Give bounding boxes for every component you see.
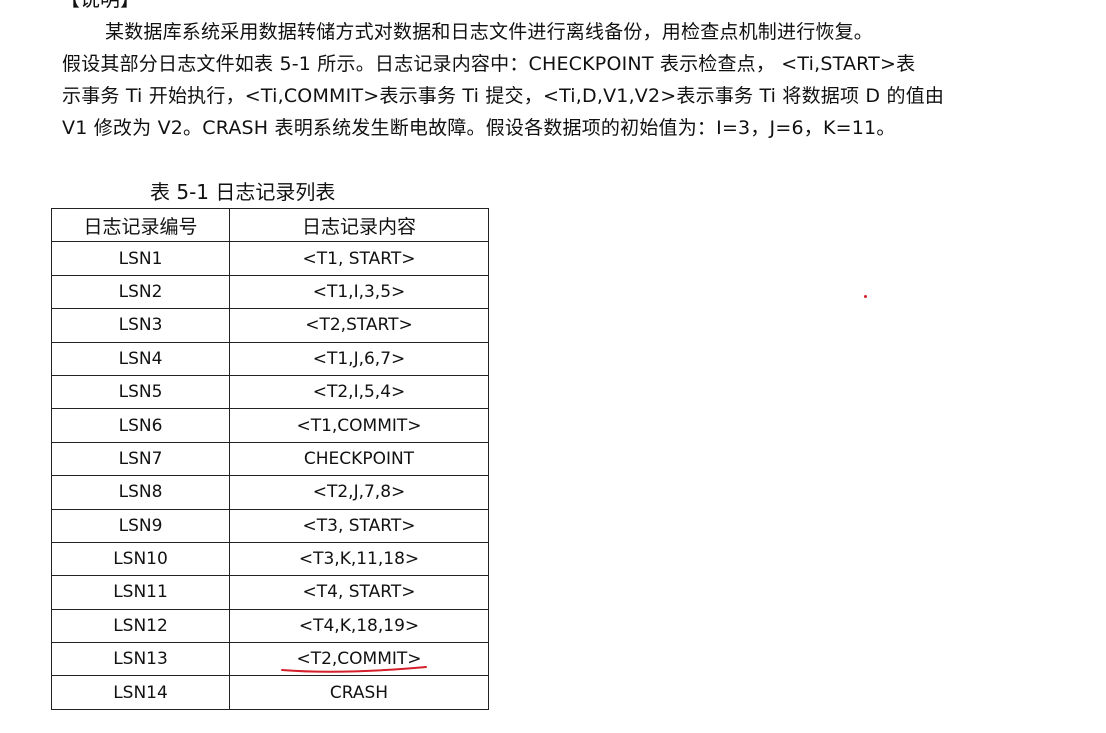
table-row: LSN4 <T1,J,6,7>	[51, 341, 489, 376]
cell-lsn: LSN13	[51, 642, 230, 677]
cell-content: <T1, START>	[229, 241, 489, 276]
description-paragraph: 某数据库系统采用数据转储方式对数据和日志文件进行离线备份，用检查点机制进行恢复。…	[62, 16, 982, 144]
cell-content: <T4,K,18,19>	[229, 608, 489, 644]
cell-content: <T4, START>	[229, 575, 489, 610]
cell-lsn: LSN2	[51, 274, 230, 310]
table-row: LSN5 <T2,I,5,4>	[51, 374, 489, 410]
underlined-entry: <T2,COMMIT>	[281, 649, 428, 673]
cell-lsn: LSN8	[51, 475, 230, 510]
table-caption: 表 5-1 日志记录列表	[150, 180, 336, 204]
table-row: LSN11 <T4, START>	[51, 575, 489, 610]
cell-content: <T2,COMMIT>	[229, 642, 489, 677]
cell-content: <T2,START>	[229, 308, 489, 343]
cell-lsn: LSN11	[51, 575, 230, 610]
cell-content: CHECKPOINT	[229, 441, 489, 477]
header-lsn: 日志记录编号	[51, 207, 230, 243]
table-row: LSN13 <T2,COMMIT>	[51, 642, 489, 677]
cell-content: <T3,K,11,18>	[229, 541, 489, 577]
cell-lsn: LSN7	[51, 441, 230, 477]
paragraph-line: 某数据库系统采用数据转储方式对数据和日志文件进行离线备份，用检查点机制进行恢复。	[105, 21, 874, 43]
table-row: LSN8 <T2,J,7,8>	[51, 475, 489, 510]
cell-content: CRASH	[229, 675, 489, 710]
paragraph-line: V1 修改为 V2。CRASH 表明系统发生断电故障。假设各数据项的初始值为：I…	[62, 117, 896, 139]
section-heading: 【说明】	[60, 0, 140, 10]
cell-lsn: LSN9	[51, 508, 230, 543]
cell-lsn: LSN3	[51, 308, 230, 343]
red-dot-mark	[864, 295, 867, 298]
cell-content-text: <T2,COMMIT>	[296, 649, 422, 670]
table-row: LSN14 CRASH	[51, 675, 489, 710]
table-header-row: 日志记录编号 日志记录内容	[51, 207, 489, 243]
table-row: LSN1 <T1, START>	[51, 241, 489, 276]
paragraph-line: 假设其部分日志文件如表 5-1 所示。日志记录内容中：CHECKPOINT 表示…	[62, 53, 916, 75]
table-row: LSN3 <T2,START>	[51, 308, 489, 343]
cell-content: <T2,J,7,8>	[229, 475, 489, 510]
header-content: 日志记录内容	[229, 207, 489, 243]
cell-lsn: LSN6	[51, 408, 230, 443]
table-row: LSN6 <T1,COMMIT>	[51, 408, 489, 443]
cell-lsn: LSN1	[51, 241, 230, 276]
cell-lsn: LSN12	[51, 608, 230, 644]
table-row: LSN10 <T3,K,11,18>	[51, 541, 489, 577]
table-row: LSN9 <T3, START>	[51, 508, 489, 543]
cell-content: <T1,COMMIT>	[229, 408, 489, 443]
paragraph-line: 示事务 Ti 开始执行，<Ti,COMMIT>表示事务 Ti 提交，<Ti,D,…	[62, 85, 945, 107]
cell-content: <T2,I,5,4>	[229, 374, 489, 410]
cell-content: <T1,I,3,5>	[229, 274, 489, 310]
table-row: LSN7 CHECKPOINT	[51, 441, 489, 477]
log-record-table: 日志记录编号 日志记录内容 LSN1 <T1, START> LSN2 <T1,…	[51, 207, 489, 710]
cell-lsn: LSN4	[51, 341, 230, 376]
cell-lsn: LSN10	[51, 541, 230, 577]
cell-content: <T1,J,6,7>	[229, 341, 489, 376]
cell-content: <T3, START>	[229, 508, 489, 543]
cell-lsn: LSN5	[51, 374, 230, 410]
cell-lsn: LSN14	[51, 675, 230, 710]
table-row: LSN2 <T1,I,3,5>	[51, 274, 489, 310]
table-row: LSN12 <T4,K,18,19>	[51, 608, 489, 644]
